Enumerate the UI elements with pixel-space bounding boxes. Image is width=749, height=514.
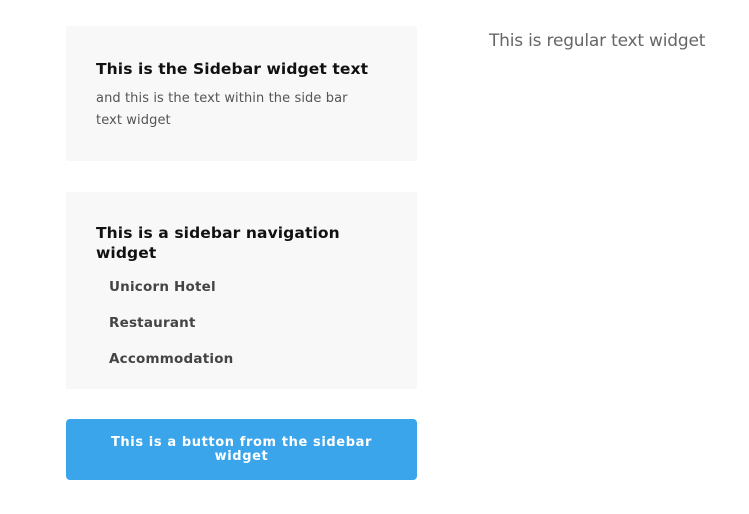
sidebar-text-widget: This is the Sidebar widget text and this… xyxy=(66,26,417,161)
nav-widget-title: This is a sidebar navigation widget xyxy=(96,224,340,262)
nav-link-restaurant[interactable]: Restaurant xyxy=(109,315,196,331)
nav-list: Unicorn Hotel Restaurant Accommodation xyxy=(96,277,387,368)
text-widget-title: This is the Sidebar widget text xyxy=(96,60,369,78)
nav-item-restaurant: Restaurant xyxy=(109,313,387,332)
sidebar-navigation-widget: This is a sidebar navigation widget Unic… xyxy=(66,192,417,389)
nav-link-unicorn-hotel[interactable]: Unicorn Hotel xyxy=(109,279,216,295)
nav-item-accommodation: Accommodation xyxy=(109,349,387,368)
nav-link-accommodation[interactable]: Accommodation xyxy=(109,351,233,367)
sidebar-button[interactable]: This is a button from the sidebar widget xyxy=(66,419,417,480)
text-widget-body: and this is the text within the side bar… xyxy=(96,91,348,128)
nav-item-unicorn-hotel: Unicorn Hotel xyxy=(109,277,387,296)
regular-text-widget: This is regular text widget xyxy=(489,31,706,51)
sidebar-button-label: This is a button from the sidebar widget xyxy=(110,434,373,464)
